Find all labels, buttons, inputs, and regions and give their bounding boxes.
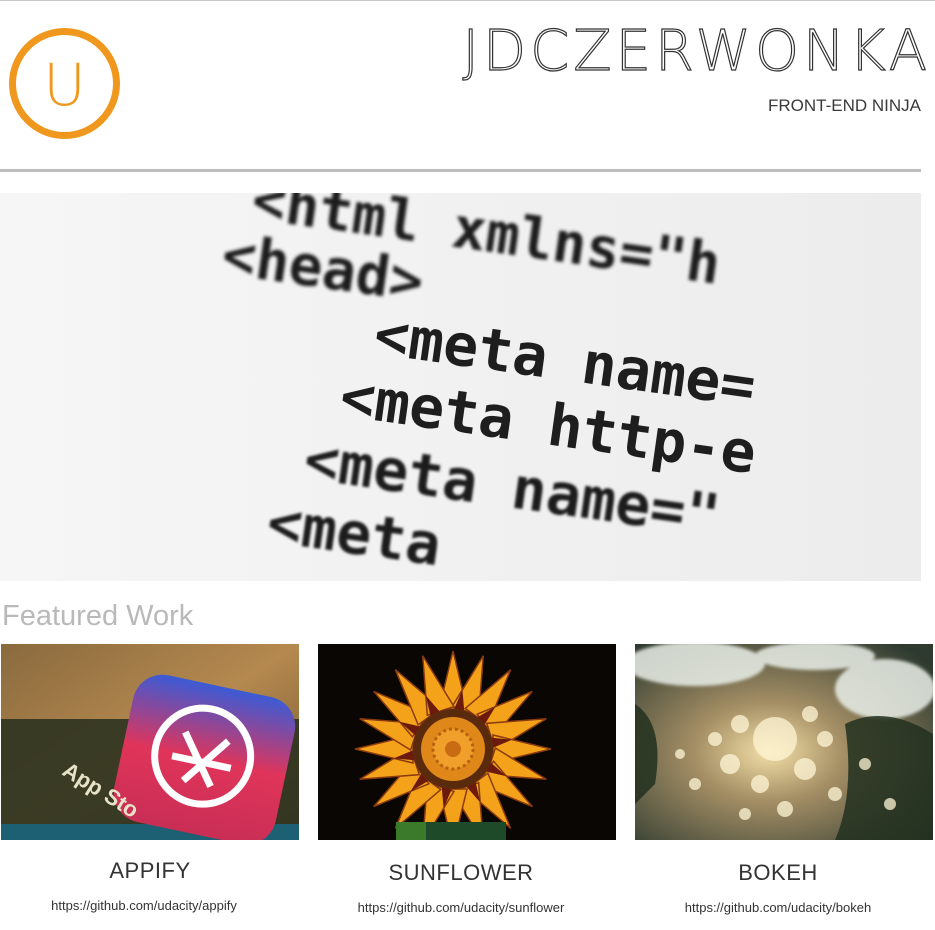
logo-letter: U — [43, 51, 85, 119]
project-title-appify[interactable]: APPIFY — [0, 858, 300, 884]
brand-text: JDCZERWONKA — [462, 19, 931, 84]
project-image-sunflower[interactable] — [318, 644, 616, 840]
site-brand[interactable]: JDCZERWONKA — [462, 23, 931, 80]
project-title-bokeh[interactable]: BOKEH — [628, 860, 928, 886]
top-rule — [0, 0, 935, 1]
logo-icon[interactable]: U — [8, 27, 121, 140]
tagline: FRONT-END NINJA — [768, 96, 921, 115]
project-image-bokeh[interactable] — [635, 644, 933, 840]
project-title-sunflower[interactable]: SUNFLOWER — [311, 860, 611, 886]
project-link-appify[interactable]: https://github.com/udacity/appify — [0, 898, 294, 913]
hero-image: <html xmlns="h <head> <meta name= <meta … — [0, 193, 921, 581]
project-link-sunflower[interactable]: https://github.com/udacity/sunflower — [311, 900, 611, 915]
project-image-appify[interactable]: App Sto — [1, 644, 299, 840]
featured-work-heading: Featured Work — [2, 600, 194, 632]
project-link-bokeh[interactable]: https://github.com/udacity/bokeh — [628, 900, 928, 915]
header-divider — [0, 169, 921, 172]
